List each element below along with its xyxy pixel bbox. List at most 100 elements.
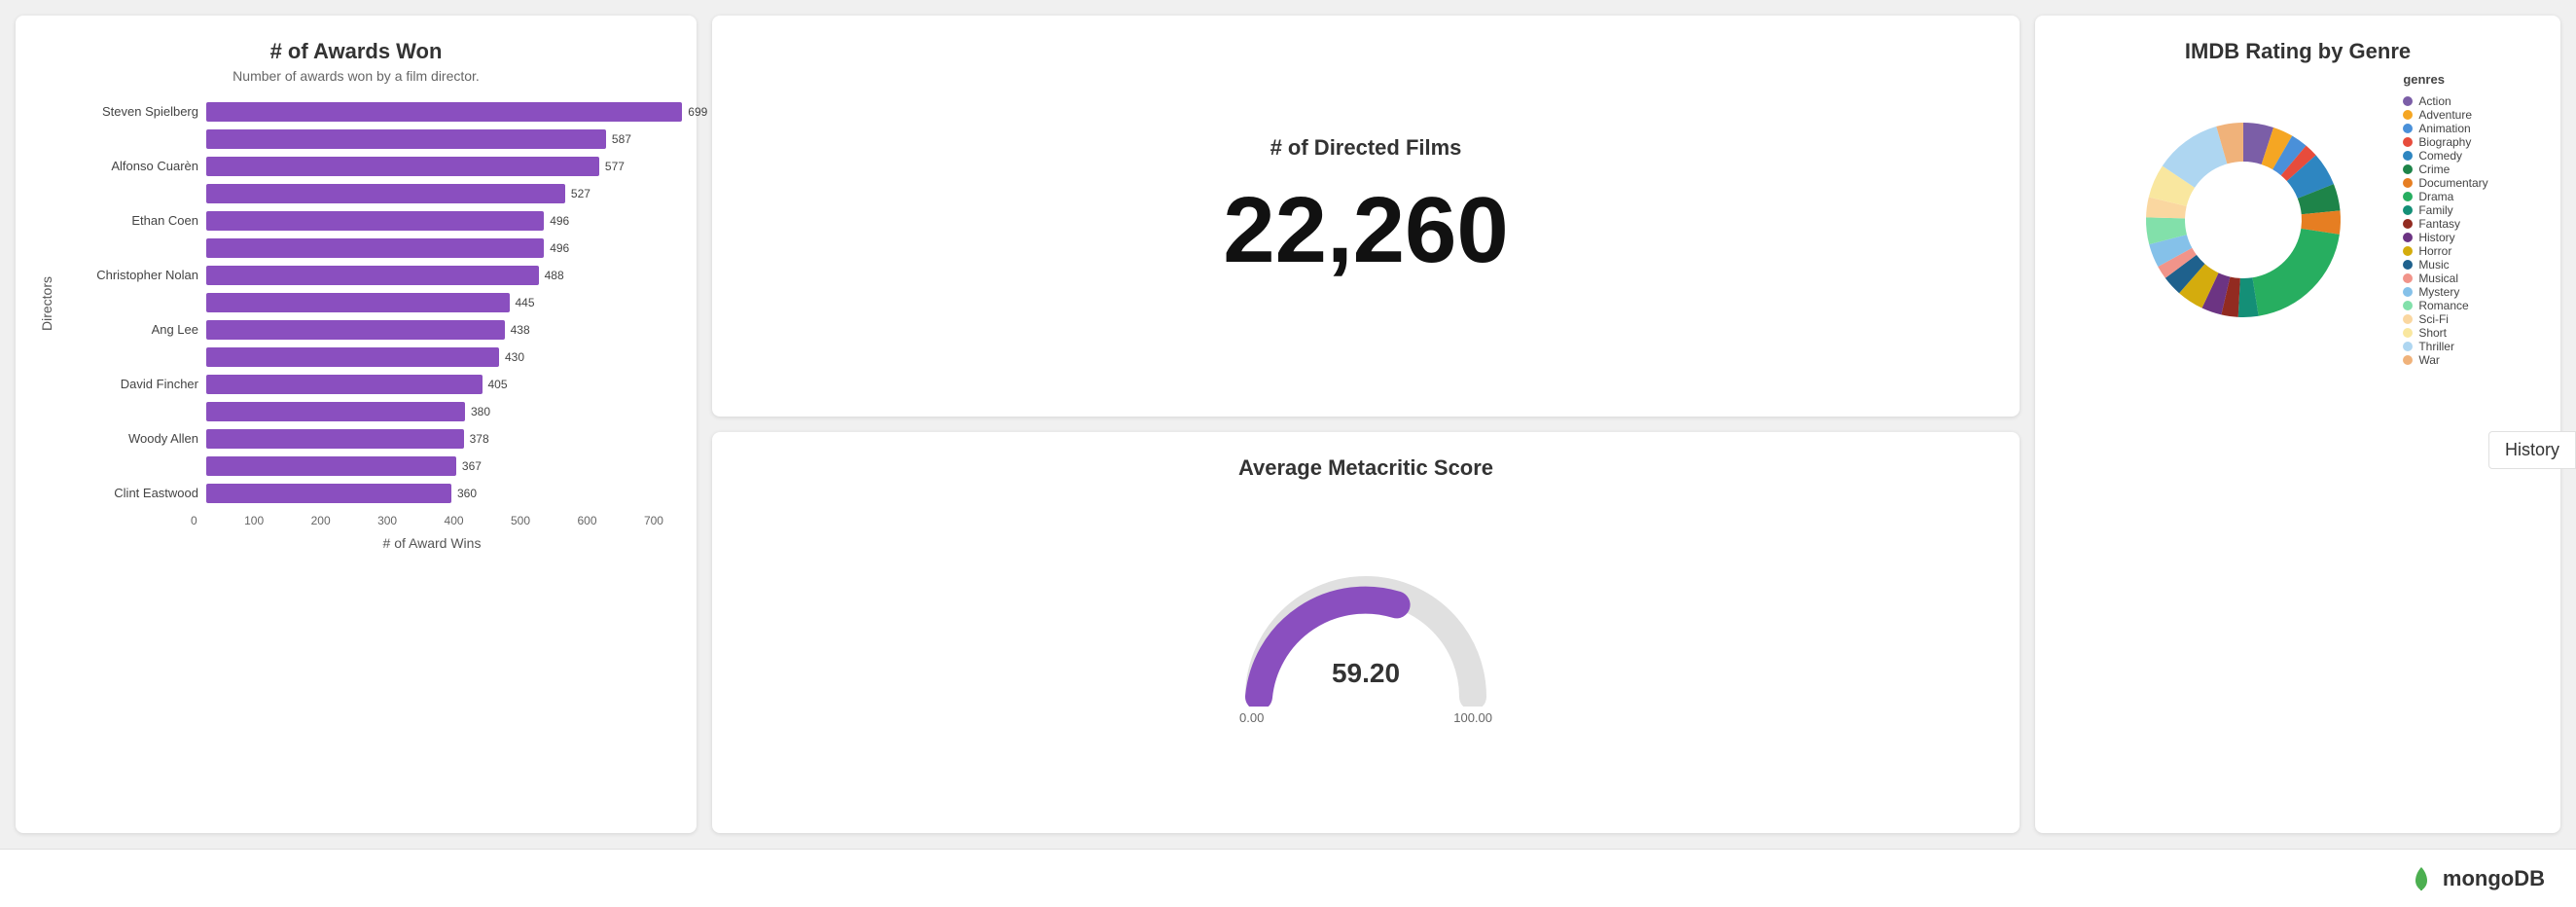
bar-container: 496 [206, 238, 707, 258]
legend-dot [2403, 273, 2413, 283]
bar-label: Woody Allen [62, 431, 206, 446]
legend-item: Family [2403, 203, 2487, 217]
bar-fill [206, 211, 544, 231]
footer: mongoDB [0, 849, 2576, 907]
mongodb-logo: mongoDB [2408, 865, 2545, 892]
bar-container: 699 [206, 102, 707, 122]
bar-container: 445 [206, 293, 707, 312]
bar-value: 405 [488, 378, 508, 391]
bar-row: 496 [62, 236, 707, 260]
bar-container: 378 [206, 429, 707, 449]
legend-item: Music [2403, 258, 2487, 272]
bar-container: 496 [206, 211, 707, 231]
legend-dot [2403, 328, 2413, 338]
awards-title: # of Awards Won [39, 39, 673, 64]
legend-genre-label: Animation [2418, 122, 2470, 135]
bar-row: 367 [62, 454, 707, 478]
x-axis-tick: 600 [577, 514, 596, 527]
bar-row: 380 [62, 399, 707, 423]
bar-label: David Fincher [62, 377, 206, 391]
x-axis-tick: 100 [244, 514, 264, 527]
legend-dot [2403, 233, 2413, 242]
bar-fill [206, 238, 544, 258]
directed-films-card: # of Directed Films 22,260 [712, 16, 2020, 417]
legend-dot [2403, 151, 2413, 161]
history-panel[interactable]: History [2488, 431, 2576, 469]
x-axis: 0100200300400500600700 [191, 514, 673, 527]
bar-value: 367 [462, 459, 482, 473]
legend-genre-label: Fantasy [2418, 217, 2460, 231]
donut-area: genres ActionAdventureAnimationBiography… [2058, 72, 2537, 367]
x-axis-tick: 300 [377, 514, 397, 527]
legend: genres ActionAdventureAnimationBiography… [2403, 72, 2487, 367]
legend-item: Animation [2403, 122, 2487, 135]
legend-genre-label: Horror [2418, 244, 2451, 258]
bar-value: 496 [550, 241, 569, 255]
legend-dot [2403, 219, 2413, 229]
legend-item: Musical [2403, 272, 2487, 285]
history-label: History [2505, 440, 2559, 459]
bar-fill [206, 456, 456, 476]
chart-body: Steven Spielberg699587Alfonso Cuarèn5775… [62, 99, 707, 508]
legend-item: Sci-Fi [2403, 312, 2487, 326]
legend-genre-label: Adventure [2418, 108, 2472, 122]
bar-fill [206, 266, 539, 285]
legend-genre-label: Drama [2418, 190, 2453, 203]
x-axis-tick: 400 [445, 514, 464, 527]
legend-genre-label: Action [2418, 94, 2451, 108]
svg-text:59.20: 59.20 [1332, 658, 1400, 688]
legend-item: Action [2403, 94, 2487, 108]
bar-container: 360 [206, 484, 707, 503]
y-axis-label: Directors [39, 99, 54, 508]
legend-item: Horror [2403, 244, 2487, 258]
bar-fill [206, 429, 464, 449]
middle-col: # of Directed Films 22,260 Average Metac… [712, 16, 2020, 833]
legend-dot [2403, 205, 2413, 215]
legend-genre-label: Music [2418, 258, 2449, 272]
bar-container: 438 [206, 320, 707, 340]
bar-container: 430 [206, 347, 707, 367]
legend-genre-label: Mystery [2418, 285, 2459, 299]
gauge-svg: 59.20 [1239, 570, 1492, 707]
bar-container: 587 [206, 129, 707, 149]
bar-label: Ethan Coen [62, 213, 206, 228]
legend-item: War [2403, 353, 2487, 367]
legend-dot [2403, 260, 2413, 270]
legend-dot [2403, 124, 2413, 133]
x-axis-label: # of Award Wins [191, 535, 673, 551]
legend-genre-label: Crime [2418, 163, 2450, 176]
directed-films-title: # of Directed Films [1270, 135, 1462, 161]
bar-value: 438 [511, 323, 530, 337]
bar-container: 367 [206, 456, 707, 476]
legend-dot [2403, 314, 2413, 324]
bar-label: Steven Spielberg [62, 104, 206, 119]
gauge-min: 0.00 [1239, 710, 1264, 725]
legend-genre-label: Documentary [2418, 176, 2487, 190]
legend-genre-label: Comedy [2418, 149, 2462, 163]
bar-label: Christopher Nolan [62, 268, 206, 282]
bar-value: 496 [550, 214, 569, 228]
bar-label: Alfonso Cuarèn [62, 159, 206, 173]
legend-item: History [2403, 231, 2487, 244]
metacritic-card: Average Metacritic Score 59.20 0.00 [712, 432, 2020, 833]
x-axis-tick: 500 [511, 514, 530, 527]
bar-value: 380 [471, 405, 490, 418]
legend-item: Adventure [2403, 108, 2487, 122]
bar-value: 378 [470, 432, 489, 446]
bar-row: Ethan Coen 496 [62, 208, 707, 233]
awards-card: # of Awards Won Number of awards won by … [16, 16, 697, 833]
bar-fill [206, 402, 465, 421]
bar-fill [206, 184, 565, 203]
legend-genre-label: Musical [2418, 272, 2458, 285]
legend-dot [2403, 110, 2413, 120]
mongodb-label: mongoDB [2443, 866, 2545, 891]
bar-fill [206, 320, 505, 340]
awards-subtitle: Number of awards won by a film director. [39, 68, 673, 84]
legend-item: Biography [2403, 135, 2487, 149]
bar-row: David Fincher 405 [62, 372, 707, 396]
legend-genre-label: Family [2418, 203, 2452, 217]
bar-row: Steven Spielberg699 [62, 99, 707, 124]
legend-dot [2403, 342, 2413, 351]
x-axis-tick: 0 [191, 514, 197, 527]
directed-films-value: 22,260 [1223, 184, 1509, 277]
